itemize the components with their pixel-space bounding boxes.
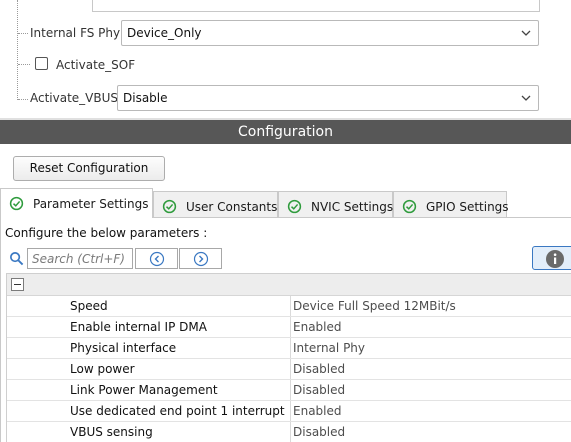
search-icon: [10, 252, 24, 266]
tab-label: User Constants: [186, 200, 278, 214]
parameter-name: Enable internal IP DMA: [70, 320, 207, 334]
search-previous-button[interactable]: [135, 248, 178, 269]
parameter-name: VBUS sensing: [70, 425, 153, 439]
check-circle-icon: [287, 199, 302, 214]
reset-configuration-button[interactable]: Reset Configuration: [13, 156, 165, 181]
parameter-name: Low power: [70, 362, 135, 376]
mode-panel: Internal FS Phy Device_Only Activate_SOF…: [0, 0, 571, 118]
tab-label: Parameter Settings: [33, 197, 149, 211]
tab-parameter-settings[interactable]: Parameter Settings: [0, 188, 153, 218]
info-icon: [546, 250, 564, 268]
table-row[interactable]: Speed Device Full Speed 12MBit/s: [7, 296, 571, 317]
tree-connector-branch: [18, 64, 30, 65]
tree-connector-branch: [18, 33, 28, 34]
tab-label: GPIO Settings: [426, 200, 509, 214]
activate-sof-checkbox[interactable]: [35, 57, 48, 70]
parameter-value[interactable]: Disabled: [293, 383, 345, 397]
parameter-value[interactable]: Enabled: [293, 404, 342, 418]
collapse-icon[interactable]: [11, 278, 24, 291]
check-circle-icon: [9, 196, 24, 211]
chevron-down-icon: [521, 30, 531, 36]
internal-fs-phy-dropdown[interactable]: Device_Only: [121, 20, 539, 46]
activate-sof-label: Activate_SOF: [56, 58, 136, 72]
check-circle-icon: [402, 199, 417, 214]
parameter-name: Speed: [70, 299, 108, 313]
tree-connector-branch: [18, 99, 28, 100]
chevron-down-icon: [521, 95, 531, 101]
configuration-header: Configuration: [0, 120, 571, 144]
parameter-grid: Speed Device Full Speed 12MBit/s Enable …: [6, 273, 571, 442]
previous-dropdown-partial[interactable]: [92, 0, 540, 12]
search-field[interactable]: [27, 248, 133, 269]
table-row[interactable]: VBUS sensing Disabled: [7, 422, 571, 442]
search-input[interactable]: [28, 249, 132, 268]
group-row: [7, 274, 571, 296]
check-circle-icon: [162, 199, 177, 214]
activate-vbus-dropdown[interactable]: Disable: [117, 85, 539, 111]
tree-connector: [17, 0, 18, 100]
parameter-value[interactable]: Enabled: [293, 320, 342, 334]
internal-fs-phy-value: Device_Only: [127, 26, 202, 40]
table-row[interactable]: Low power Disabled: [7, 359, 571, 380]
internal-fs-phy-label: Internal FS Phy: [30, 26, 121, 40]
tab-user-constants[interactable]: User Constants: [153, 191, 278, 218]
search-next-button[interactable]: [179, 248, 222, 269]
tab-label: NVIC Settings: [311, 200, 394, 214]
parameter-value[interactable]: Device Full Speed 12MBit/s: [293, 299, 456, 313]
table-row[interactable]: Physical interface Internal Phy: [7, 338, 571, 359]
table-row[interactable]: Link Power Management Disabled: [7, 380, 571, 401]
table-row[interactable]: Enable internal IP DMA Enabled: [7, 317, 571, 338]
tab-gpio-settings[interactable]: GPIO Settings: [393, 191, 509, 218]
parameter-value[interactable]: Internal Phy: [293, 341, 365, 355]
tab-nvic-settings[interactable]: NVIC Settings: [278, 191, 393, 218]
instructions-label: Configure the below parameters :: [5, 226, 208, 240]
chevron-left-circle-icon: [149, 251, 165, 267]
parameter-name: Physical interface: [70, 341, 177, 355]
info-button[interactable]: [532, 246, 571, 270]
config-tabs: Parameter Settings User Constants NVIC S…: [0, 188, 571, 218]
table-row[interactable]: Use dedicated end point 1 interrupt Enab…: [7, 401, 571, 422]
parameter-name: Link Power Management: [70, 383, 218, 397]
activate-vbus-label: Activate_VBUS: [30, 91, 119, 105]
activate-vbus-value: Disable: [123, 91, 168, 105]
parameter-value[interactable]: Disabled: [293, 425, 345, 439]
chevron-right-circle-icon: [193, 251, 209, 267]
parameter-value[interactable]: Disabled: [293, 362, 345, 376]
parameter-name: Use dedicated end point 1 interrupt: [70, 404, 285, 418]
